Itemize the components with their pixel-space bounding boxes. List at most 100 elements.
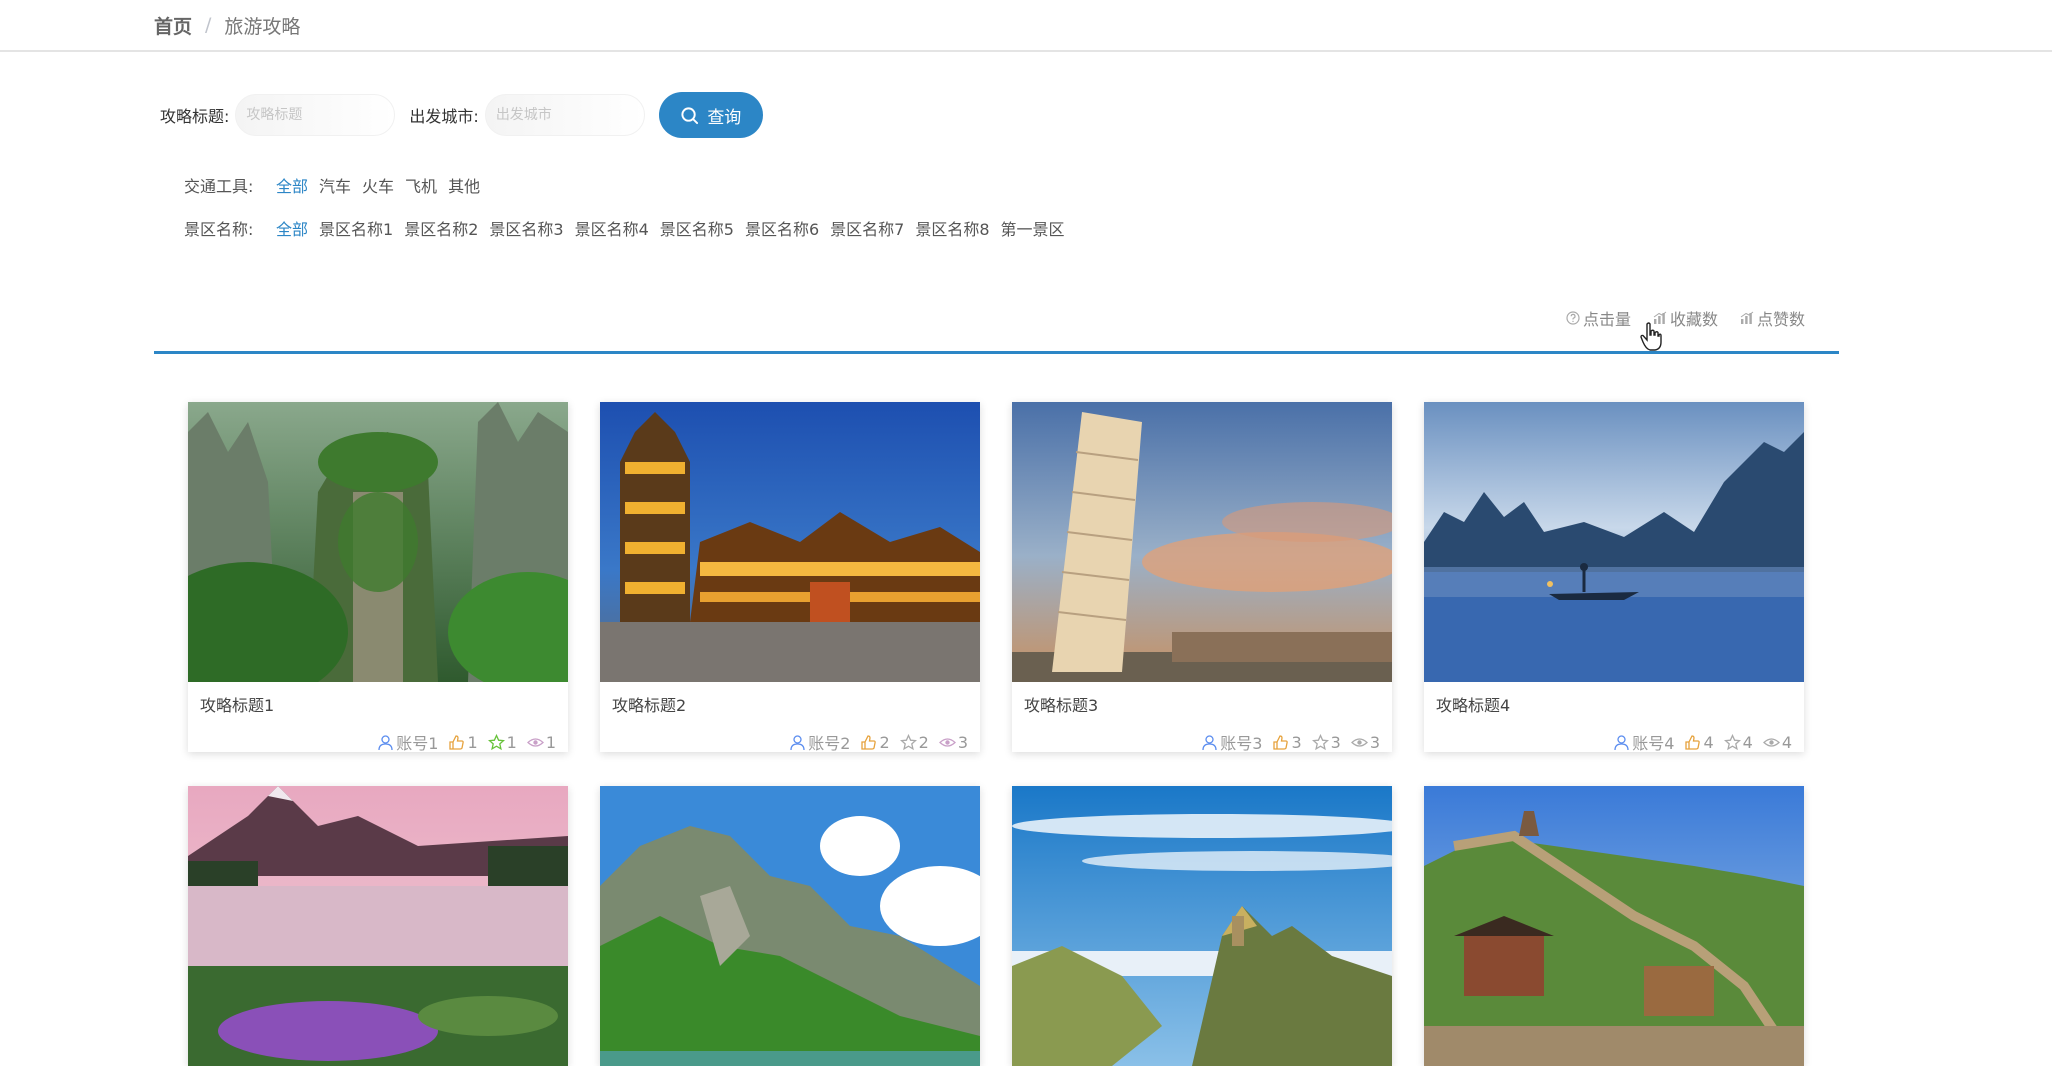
favorite-count: 2: [899, 732, 929, 752]
sort-by-likes-label: 点赞数: [1756, 310, 1805, 329]
transport-filter: 交通工具: 全部 汽车 火车 飞机 其他: [184, 172, 491, 198]
transport-option-all[interactable]: 全部: [276, 173, 308, 197]
sort-by-likes[interactable]: 点赞数: [1740, 306, 1805, 330]
like-count-value: 2: [879, 732, 890, 752]
scenic-option-7[interactable]: 景区名称7: [830, 216, 904, 240]
favorite-count-value: 1: [506, 732, 517, 752]
guide-card[interactable]: 攻略标题2 账号2 2 2 3: [600, 402, 980, 754]
card-image[interactable]: [1012, 786, 1392, 1066]
favorite-count-value: 3: [1330, 732, 1341, 752]
user-icon: [1202, 734, 1217, 750]
card-stats: 账号1 1 1 1: [377, 730, 556, 754]
scenic-filter-label: 景区名称:: [184, 220, 254, 239]
transport-filter-label: 交通工具:: [184, 177, 254, 196]
card-title[interactable]: 攻略标题1: [200, 692, 274, 716]
scenic-option-2[interactable]: 景区名称2: [404, 216, 478, 240]
card-image[interactable]: [600, 786, 980, 1066]
guide-card[interactable]: [188, 786, 568, 1066]
scenic-option-4[interactable]: 景区名称4: [575, 216, 649, 240]
favorite-count-value: 2: [918, 732, 929, 752]
like-count-value: 4: [1703, 732, 1714, 752]
sort-by-clicks-label: 点击量: [1582, 310, 1631, 329]
breadcrumb-home[interactable]: 首页: [154, 12, 192, 39]
query-button-label: 查询: [707, 107, 742, 128]
author: 账号3: [1201, 730, 1262, 754]
transport-option-bus[interactable]: 汽车: [319, 173, 351, 197]
guide-card[interactable]: [600, 786, 980, 1066]
transport-option-other[interactable]: 其他: [448, 173, 480, 197]
title-label: 攻略标题:: [160, 107, 230, 126]
user-icon: [1614, 734, 1629, 750]
question-circle-icon: [1566, 311, 1580, 325]
star-icon: [899, 733, 917, 750]
sort-by-favorites[interactable]: 收藏数: [1653, 306, 1718, 330]
query-button[interactable]: 查询: [658, 92, 763, 138]
eye-icon: [1762, 737, 1780, 747]
favorite-count: 3: [1311, 732, 1341, 752]
guide-card[interactable]: [1424, 786, 1804, 1066]
card-image[interactable]: [188, 786, 568, 1066]
guide-card[interactable]: 攻略标题3 账号3 3 3 3: [1012, 402, 1392, 754]
user-icon: [378, 734, 393, 750]
transport-option-train[interactable]: 火车: [362, 173, 394, 197]
city-search-input[interactable]: [484, 94, 645, 136]
search-icon: [681, 106, 699, 124]
view-count-value: 4: [1781, 732, 1792, 752]
scenic-option-all[interactable]: 全部: [276, 216, 308, 240]
title-search-input[interactable]: [235, 94, 396, 136]
thumbs-up-icon: [1273, 734, 1289, 750]
scenic-option-3[interactable]: 景区名称3: [489, 216, 563, 240]
card-image[interactable]: [1012, 402, 1392, 682]
star-icon: [1723, 733, 1741, 750]
card-title[interactable]: 攻略标题2: [612, 692, 686, 716]
favorite-count: 1: [487, 732, 517, 752]
card-image[interactable]: [1424, 402, 1804, 682]
transport-option-plane[interactable]: 飞机: [405, 173, 437, 197]
card-stats: 账号2 2 2 3: [789, 730, 968, 754]
search-bar: 攻略标题: 出发城市: 查询: [160, 92, 763, 138]
card-stats: 账号3 3 3 3: [1201, 730, 1380, 754]
scenic-option-6[interactable]: 景区名称6: [745, 216, 819, 240]
breadcrumb-separator: /: [205, 14, 212, 36]
guide-card[interactable]: [1012, 786, 1392, 1066]
eye-icon: [526, 737, 544, 747]
scenic-option-first[interactable]: 第一景区: [1001, 216, 1065, 240]
like-count-value: 3: [1291, 732, 1302, 752]
user-icon: [790, 734, 805, 750]
sort-by-favorites-label: 收藏数: [1669, 310, 1718, 329]
like-count: 2: [860, 732, 890, 752]
view-count: 4: [1762, 732, 1792, 752]
author: 账号4: [1613, 730, 1674, 754]
card-image[interactable]: [600, 402, 980, 682]
section-divider: [154, 351, 1839, 354]
thumbs-up-icon: [1685, 734, 1701, 750]
guide-card[interactable]: 攻略标题1 账号1 1 1 1: [188, 402, 568, 754]
scenic-filter: 景区名称: 全部 景区名称1 景区名称2 景区名称3 景区名称4 景区名称5 景…: [184, 215, 1076, 241]
thumbs-up-icon: [449, 734, 465, 750]
sort-options: 点击量 收藏数 点赞数: [1566, 306, 1805, 330]
view-count-value: 3: [1369, 732, 1380, 752]
sort-by-clicks[interactable]: 点击量: [1566, 306, 1631, 330]
thumbs-up-icon: [861, 734, 877, 750]
author-name: 账号2: [808, 734, 851, 753]
card-title[interactable]: 攻略标题3: [1024, 692, 1098, 716]
card-title[interactable]: 攻略标题4: [1436, 692, 1510, 716]
favorite-count-value: 4: [1742, 732, 1753, 752]
like-count-value: 1: [467, 732, 478, 752]
card-image[interactable]: [1424, 786, 1804, 1066]
like-count: 3: [1272, 732, 1302, 752]
favorite-count: 4: [1723, 732, 1753, 752]
author-name: 账号3: [1220, 734, 1263, 753]
hand-cursor-icon: [1640, 322, 1662, 351]
author-name: 账号1: [396, 734, 439, 753]
card-image[interactable]: [188, 402, 568, 682]
guide-card[interactable]: 攻略标题4 账号4 4 4 4: [1424, 402, 1804, 754]
view-count: 1: [526, 732, 556, 752]
view-count: 3: [1350, 732, 1380, 752]
bar-chart-icon: [1740, 311, 1754, 324]
scenic-option-1[interactable]: 景区名称1: [319, 216, 393, 240]
view-count-value: 1: [545, 732, 556, 752]
scenic-option-8[interactable]: 景区名称8: [915, 216, 989, 240]
scenic-option-5[interactable]: 景区名称5: [660, 216, 734, 240]
like-count: 4: [1684, 732, 1714, 752]
